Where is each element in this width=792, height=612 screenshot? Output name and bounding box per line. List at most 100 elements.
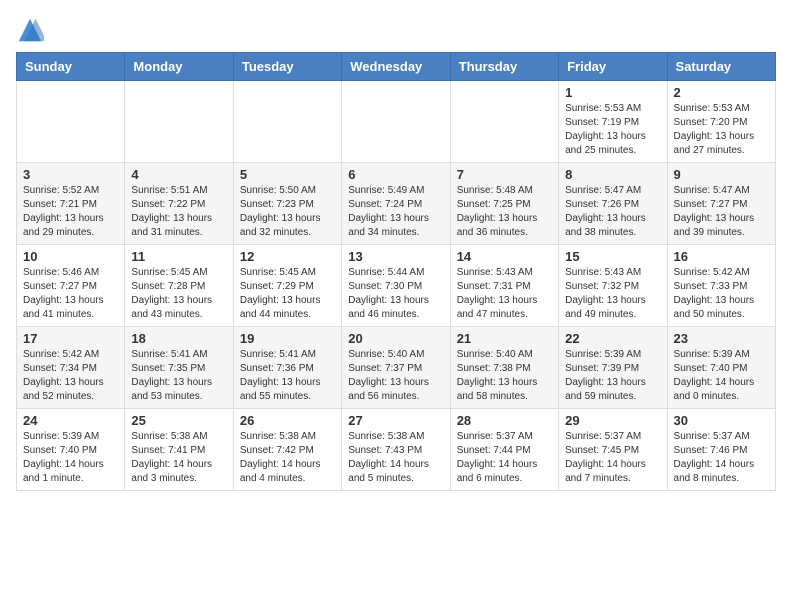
day-detail: Sunrise: 5:43 AM Sunset: 7:31 PM Dayligh…	[457, 266, 552, 322]
calendar-cell: 14Sunrise: 5:43 AM Sunset: 7:31 PM Dayli…	[450, 245, 558, 327]
day-detail: Sunrise: 5:39 AM Sunset: 7:39 PM Dayligh…	[565, 348, 660, 404]
day-number: 20	[348, 331, 443, 346]
calendar-table: SundayMondayTuesdayWednesdayThursdayFrid…	[16, 52, 776, 491]
day-detail: Sunrise: 5:47 AM Sunset: 7:27 PM Dayligh…	[674, 184, 769, 240]
calendar-cell: 16 Sunrise: 5:42 AM Sunset: 7:33 PM Dayli…	[667, 245, 775, 327]
day-number: 30	[674, 413, 769, 428]
day-detail: Sunrise: 5:50 AM Sunset: 7:23 PM Dayligh…	[240, 184, 335, 240]
weekday-header: Wednesday	[342, 53, 450, 81]
day-detail: Sunrise: 5:49 AM Sunset: 7:24 PM Dayligh…	[348, 184, 443, 240]
day-number: 4	[131, 167, 226, 182]
calendar-cell: 1Sunrise: 5:53 AM Sunset: 7:19 PM Daylig…	[559, 81, 667, 163]
calendar-cell: 15Sunrise: 5:43 AM Sunset: 7:32 PM Dayli…	[559, 245, 667, 327]
calendar-cell: 2 Sunrise: 5:53 AM Sunset: 7:20 PM Daylig…	[667, 81, 775, 163]
day-detail: Sunrise: 5:45 AM Sunset: 7:29 PM Dayligh…	[240, 266, 335, 322]
day-number: 11	[131, 249, 226, 264]
day-detail: Sunrise: 5:37 AM Sunset: 7:45 PM Dayligh…	[565, 430, 660, 486]
calendar-cell: 12 Sunrise: 5:45 AM Sunset: 7:29 PM Dayli…	[233, 245, 341, 327]
day-number: 21	[457, 331, 552, 346]
day-detail: Sunrise: 5:42 AM Sunset: 7:33 PM Dayligh…	[674, 266, 769, 322]
logo	[16, 16, 48, 44]
day-detail: Sunrise: 5:52 AM Sunset: 7:21 PM Dayligh…	[23, 184, 118, 240]
day-detail: Sunrise: 5:51 AM Sunset: 7:22 PM Dayligh…	[131, 184, 226, 240]
calendar-cell	[125, 81, 233, 163]
weekday-header: Friday	[559, 53, 667, 81]
day-number: 13	[348, 249, 443, 264]
calendar-week-row: 10 Sunrise: 5:46 AM Sunset: 7:27 PM Dayli…	[17, 245, 776, 327]
calendar-week-row: 17 Sunrise: 5:42 AM Sunset: 7:34 PM Dayli…	[17, 327, 776, 409]
calendar-cell: 11Sunrise: 5:45 AM Sunset: 7:28 PM Dayli…	[125, 245, 233, 327]
weekday-header: Saturday	[667, 53, 775, 81]
day-number: 23	[674, 331, 769, 346]
day-number: 7	[457, 167, 552, 182]
day-detail: Sunrise: 5:42 AM Sunset: 7:34 PM Dayligh…	[23, 348, 118, 404]
day-number: 18	[131, 331, 226, 346]
calendar-cell: 18 Sunrise: 5:41 AM Sunset: 7:35 PM Dayli…	[125, 327, 233, 409]
day-detail: Sunrise: 5:40 AM Sunset: 7:38 PM Dayligh…	[457, 348, 552, 404]
calendar-cell: 24Sunrise: 5:39 AM Sunset: 7:40 PM Dayli…	[17, 409, 125, 491]
logo-icon	[16, 16, 44, 44]
day-detail: Sunrise: 5:37 AM Sunset: 7:44 PM Dayligh…	[457, 430, 552, 486]
day-number: 15	[565, 249, 660, 264]
header-row: SundayMondayTuesdayWednesdayThursdayFrid…	[17, 53, 776, 81]
calendar-cell: 26 Sunrise: 5:38 AM Sunset: 7:42 PM Dayli…	[233, 409, 341, 491]
day-number: 9	[674, 167, 769, 182]
day-detail: Sunrise: 5:47 AM Sunset: 7:26 PM Dayligh…	[565, 184, 660, 240]
day-detail: Sunrise: 5:46 AM Sunset: 7:27 PM Dayligh…	[23, 266, 118, 322]
day-detail: Sunrise: 5:39 AM Sunset: 7:40 PM Dayligh…	[23, 430, 118, 486]
calendar-cell	[233, 81, 341, 163]
day-detail: Sunrise: 5:41 AM Sunset: 7:36 PM Dayligh…	[240, 348, 335, 404]
calendar-body: 1Sunrise: 5:53 AM Sunset: 7:19 PM Daylig…	[17, 81, 776, 491]
day-detail: Sunrise: 5:44 AM Sunset: 7:30 PM Dayligh…	[348, 266, 443, 322]
calendar-cell: 8 Sunrise: 5:47 AM Sunset: 7:26 PM Daylig…	[559, 163, 667, 245]
calendar-cell: 9 Sunrise: 5:47 AM Sunset: 7:27 PM Daylig…	[667, 163, 775, 245]
day-number: 26	[240, 413, 335, 428]
weekday-header: Monday	[125, 53, 233, 81]
day-number: 10	[23, 249, 118, 264]
calendar-cell: 5 Sunrise: 5:50 AM Sunset: 7:23 PM Daylig…	[233, 163, 341, 245]
day-number: 16	[674, 249, 769, 264]
day-detail: Sunrise: 5:38 AM Sunset: 7:42 PM Dayligh…	[240, 430, 335, 486]
day-number: 6	[348, 167, 443, 182]
calendar-week-row: 24Sunrise: 5:39 AM Sunset: 7:40 PM Dayli…	[17, 409, 776, 491]
day-detail: Sunrise: 5:38 AM Sunset: 7:43 PM Dayligh…	[348, 430, 443, 486]
day-detail: Sunrise: 5:53 AM Sunset: 7:20 PM Dayligh…	[674, 102, 769, 158]
calendar-cell: 23 Sunrise: 5:39 AM Sunset: 7:40 PM Dayli…	[667, 327, 775, 409]
calendar-cell	[450, 81, 558, 163]
day-detail: Sunrise: 5:37 AM Sunset: 7:46 PM Dayligh…	[674, 430, 769, 486]
day-number: 2	[674, 85, 769, 100]
weekday-header: Tuesday	[233, 53, 341, 81]
day-detail: Sunrise: 5:41 AM Sunset: 7:35 PM Dayligh…	[131, 348, 226, 404]
weekday-header: Sunday	[17, 53, 125, 81]
day-number: 1	[565, 85, 660, 100]
day-number: 8	[565, 167, 660, 182]
day-number: 17	[23, 331, 118, 346]
day-detail: Sunrise: 5:40 AM Sunset: 7:37 PM Dayligh…	[348, 348, 443, 404]
calendar-week-row: 3Sunrise: 5:52 AM Sunset: 7:21 PM Daylig…	[17, 163, 776, 245]
calendar-cell: 17 Sunrise: 5:42 AM Sunset: 7:34 PM Dayli…	[17, 327, 125, 409]
calendar-cell: 28 Sunrise: 5:37 AM Sunset: 7:44 PM Dayli…	[450, 409, 558, 491]
page-header	[16, 16, 776, 44]
calendar-cell: 3Sunrise: 5:52 AM Sunset: 7:21 PM Daylig…	[17, 163, 125, 245]
calendar-cell: 7 Sunrise: 5:48 AM Sunset: 7:25 PM Daylig…	[450, 163, 558, 245]
calendar-cell	[342, 81, 450, 163]
calendar-cell: 25 Sunrise: 5:38 AM Sunset: 7:41 PM Dayli…	[125, 409, 233, 491]
calendar-header: SundayMondayTuesdayWednesdayThursdayFrid…	[17, 53, 776, 81]
calendar-cell: 4 Sunrise: 5:51 AM Sunset: 7:22 PM Daylig…	[125, 163, 233, 245]
day-detail: Sunrise: 5:39 AM Sunset: 7:40 PM Dayligh…	[674, 348, 769, 404]
day-number: 25	[131, 413, 226, 428]
calendar-cell: 6 Sunrise: 5:49 AM Sunset: 7:24 PM Daylig…	[342, 163, 450, 245]
day-number: 28	[457, 413, 552, 428]
day-number: 12	[240, 249, 335, 264]
calendar-cell: 22Sunrise: 5:39 AM Sunset: 7:39 PM Dayli…	[559, 327, 667, 409]
day-detail: Sunrise: 5:48 AM Sunset: 7:25 PM Dayligh…	[457, 184, 552, 240]
calendar-cell: 30 Sunrise: 5:37 AM Sunset: 7:46 PM Dayli…	[667, 409, 775, 491]
day-number: 27	[348, 413, 443, 428]
day-number: 5	[240, 167, 335, 182]
calendar-week-row: 1Sunrise: 5:53 AM Sunset: 7:19 PM Daylig…	[17, 81, 776, 163]
calendar-cell: 13 Sunrise: 5:44 AM Sunset: 7:30 PM Dayli…	[342, 245, 450, 327]
day-detail: Sunrise: 5:38 AM Sunset: 7:41 PM Dayligh…	[131, 430, 226, 486]
calendar-cell	[17, 81, 125, 163]
calendar-cell: 19Sunrise: 5:41 AM Sunset: 7:36 PM Dayli…	[233, 327, 341, 409]
calendar-cell: 27 Sunrise: 5:38 AM Sunset: 7:43 PM Dayli…	[342, 409, 450, 491]
